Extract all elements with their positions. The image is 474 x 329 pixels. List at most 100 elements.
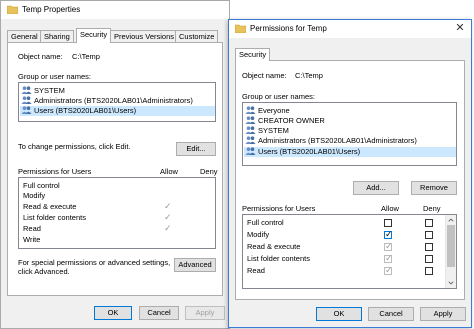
- permission-row: Read: [23, 224, 41, 233]
- special-permissions-text: For special permissions or advanced sett…: [18, 258, 171, 267]
- folder-icon: [7, 5, 18, 14]
- users-icon: [245, 126, 256, 134]
- window-title: Permissions for Temp: [250, 24, 327, 33]
- list-item-label: Users (BTS2020LAB01\Users): [258, 147, 361, 156]
- remove-user-button[interactable]: Remove: [411, 181, 457, 195]
- security-panel: Object name: C:\Temp Group or user names…: [235, 60, 465, 300]
- object-name-label: Object name:: [18, 52, 63, 61]
- permission-row: Read: [247, 266, 265, 275]
- list-item-label: SYSTEM: [34, 86, 65, 95]
- permissions-list: Full control Modify Read & execute ✓ Lis…: [18, 177, 216, 249]
- deny-checkbox-full-control[interactable]: [425, 219, 433, 227]
- check-icon: ✓: [385, 241, 393, 251]
- allow-check-read: ✓: [164, 223, 172, 233]
- object-name-value: C:\Temp: [295, 71, 323, 80]
- apply-button[interactable]: Apply: [420, 307, 466, 321]
- tab-security[interactable]: Security: [235, 48, 271, 61]
- permission-row: Write: [23, 235, 41, 244]
- tab-previous-versions[interactable]: Previous Versions: [110, 30, 179, 42]
- permissions-scrollbar[interactable]: [445, 215, 456, 288]
- deny-header: Deny: [423, 204, 441, 213]
- allow-check-list-folder: ✓: [164, 212, 172, 222]
- check-icon: ✓: [385, 253, 393, 263]
- add-user-button[interactable]: Add...: [353, 181, 399, 195]
- object-name-value: C:\Temp: [72, 52, 100, 61]
- deny-checkbox-read[interactable]: [425, 267, 433, 275]
- click-advanced-text: click Advanced.: [18, 267, 70, 276]
- temp-properties-window: Temp Properties General Sharing Security…: [0, 0, 230, 329]
- cancel-button[interactable]: Cancel: [139, 306, 179, 320]
- check-icon: ✓: [385, 265, 393, 275]
- allow-checkbox-modify[interactable]: ✓: [384, 229, 393, 239]
- tab-security[interactable]: Security: [76, 28, 112, 43]
- users-icon: [245, 106, 256, 114]
- tab-general[interactable]: General: [7, 30, 42, 42]
- advanced-button[interactable]: Advanced: [174, 258, 216, 272]
- deny-header: Deny: [200, 167, 218, 176]
- list-item[interactable]: Administrators (BTS2020LAB01\Administrat…: [245, 136, 417, 146]
- users-icon: [245, 136, 256, 144]
- list-item-label: Everyone: [258, 106, 290, 115]
- users-icon: [245, 116, 256, 124]
- list-item-label: Administrators (BTS2020LAB01\Administrat…: [258, 136, 417, 145]
- tab-sharing[interactable]: Sharing: [40, 30, 74, 42]
- ok-button[interactable]: OK: [316, 307, 362, 321]
- permissions-list: Full control Modify ✓ Read & execute ✓ L…: [242, 214, 457, 289]
- allow-checkbox-read-execute[interactable]: ✓: [384, 241, 393, 251]
- title-bar[interactable]: Temp Properties: [1, 1, 229, 19]
- group-names-list[interactable]: Everyone CREATOR OWNER SYSTEM Administra…: [242, 102, 457, 166]
- cancel-button[interactable]: Cancel: [368, 307, 414, 321]
- permission-row: Read & execute: [247, 242, 301, 251]
- close-icon[interactable]: ✕: [452, 21, 468, 35]
- deny-checkbox-read-execute[interactable]: [425, 243, 433, 251]
- scroll-up-icon[interactable]: [446, 216, 456, 224]
- permission-row: List folder contents: [23, 213, 86, 222]
- title-bar[interactable]: Permissions for Temp ✕: [229, 20, 471, 38]
- apply-button[interactable]: Apply: [185, 306, 225, 320]
- folder-icon: [235, 24, 246, 33]
- users-icon: [21, 86, 32, 94]
- allow-check-read-execute: ✓: [164, 201, 172, 211]
- group-names-label: Group or user names:: [18, 72, 91, 81]
- permission-row: Full control: [247, 218, 284, 227]
- users-icon: [21, 106, 32, 114]
- allow-header: Allow: [160, 167, 178, 176]
- check-icon: ✓: [385, 229, 393, 239]
- window-title: Temp Properties: [22, 5, 81, 14]
- list-item[interactable]: SYSTEM: [21, 86, 65, 96]
- change-permissions-hint: To change permissions, click Edit.: [18, 142, 131, 151]
- ok-button[interactable]: OK: [94, 306, 132, 320]
- allow-header: Allow: [381, 204, 399, 213]
- allow-checkbox-full-control[interactable]: [384, 219, 392, 227]
- deny-checkbox-list-folder[interactable]: [425, 255, 433, 263]
- list-item-selected[interactable]: Users (BTS2020LAB01\Users): [244, 147, 456, 157]
- permission-row: Full control: [23, 181, 60, 190]
- permission-row: List folder contents: [247, 254, 310, 263]
- deny-checkbox-modify[interactable]: [425, 231, 433, 239]
- list-item-label: SYSTEM: [258, 126, 289, 135]
- permissions-header: Permissions for Users: [242, 204, 316, 213]
- group-names-label: Group or user names:: [242, 92, 315, 101]
- list-item[interactable]: Everyone: [245, 106, 290, 116]
- permission-row: Modify: [23, 191, 46, 200]
- users-icon: [21, 96, 32, 104]
- scroll-down-icon[interactable]: [446, 279, 456, 287]
- allow-checkbox-read[interactable]: ✓: [384, 265, 393, 275]
- users-icon: [245, 147, 256, 155]
- list-item-label: Users (BTS2020LAB01\Users): [34, 106, 137, 115]
- permission-row: Modify: [247, 230, 270, 239]
- list-item-label: CREATOR OWNER: [258, 116, 325, 125]
- edit-button[interactable]: Edit...: [176, 142, 216, 156]
- list-item[interactable]: Administrators (BTS2020LAB01\Administrat…: [21, 96, 193, 106]
- security-panel: Object name: C:\Temp Group or user names…: [7, 42, 223, 296]
- list-item[interactable]: CREATOR OWNER: [245, 116, 325, 126]
- group-names-list[interactable]: SYSTEM Administrators (BTS2020LAB01\Admi…: [18, 82, 216, 122]
- scrollbar-thumb[interactable]: [447, 225, 455, 267]
- permissions-header: Permissions for Users: [18, 167, 92, 176]
- list-item-label: Administrators (BTS2020LAB01\Administrat…: [34, 96, 193, 105]
- tab-customize[interactable]: Customize: [175, 30, 219, 42]
- allow-checkbox-list-folder[interactable]: ✓: [384, 253, 393, 263]
- list-item[interactable]: SYSTEM: [245, 126, 289, 136]
- permission-row: Read & execute: [23, 202, 77, 211]
- list-item-selected[interactable]: Users (BTS2020LAB01\Users): [20, 106, 215, 116]
